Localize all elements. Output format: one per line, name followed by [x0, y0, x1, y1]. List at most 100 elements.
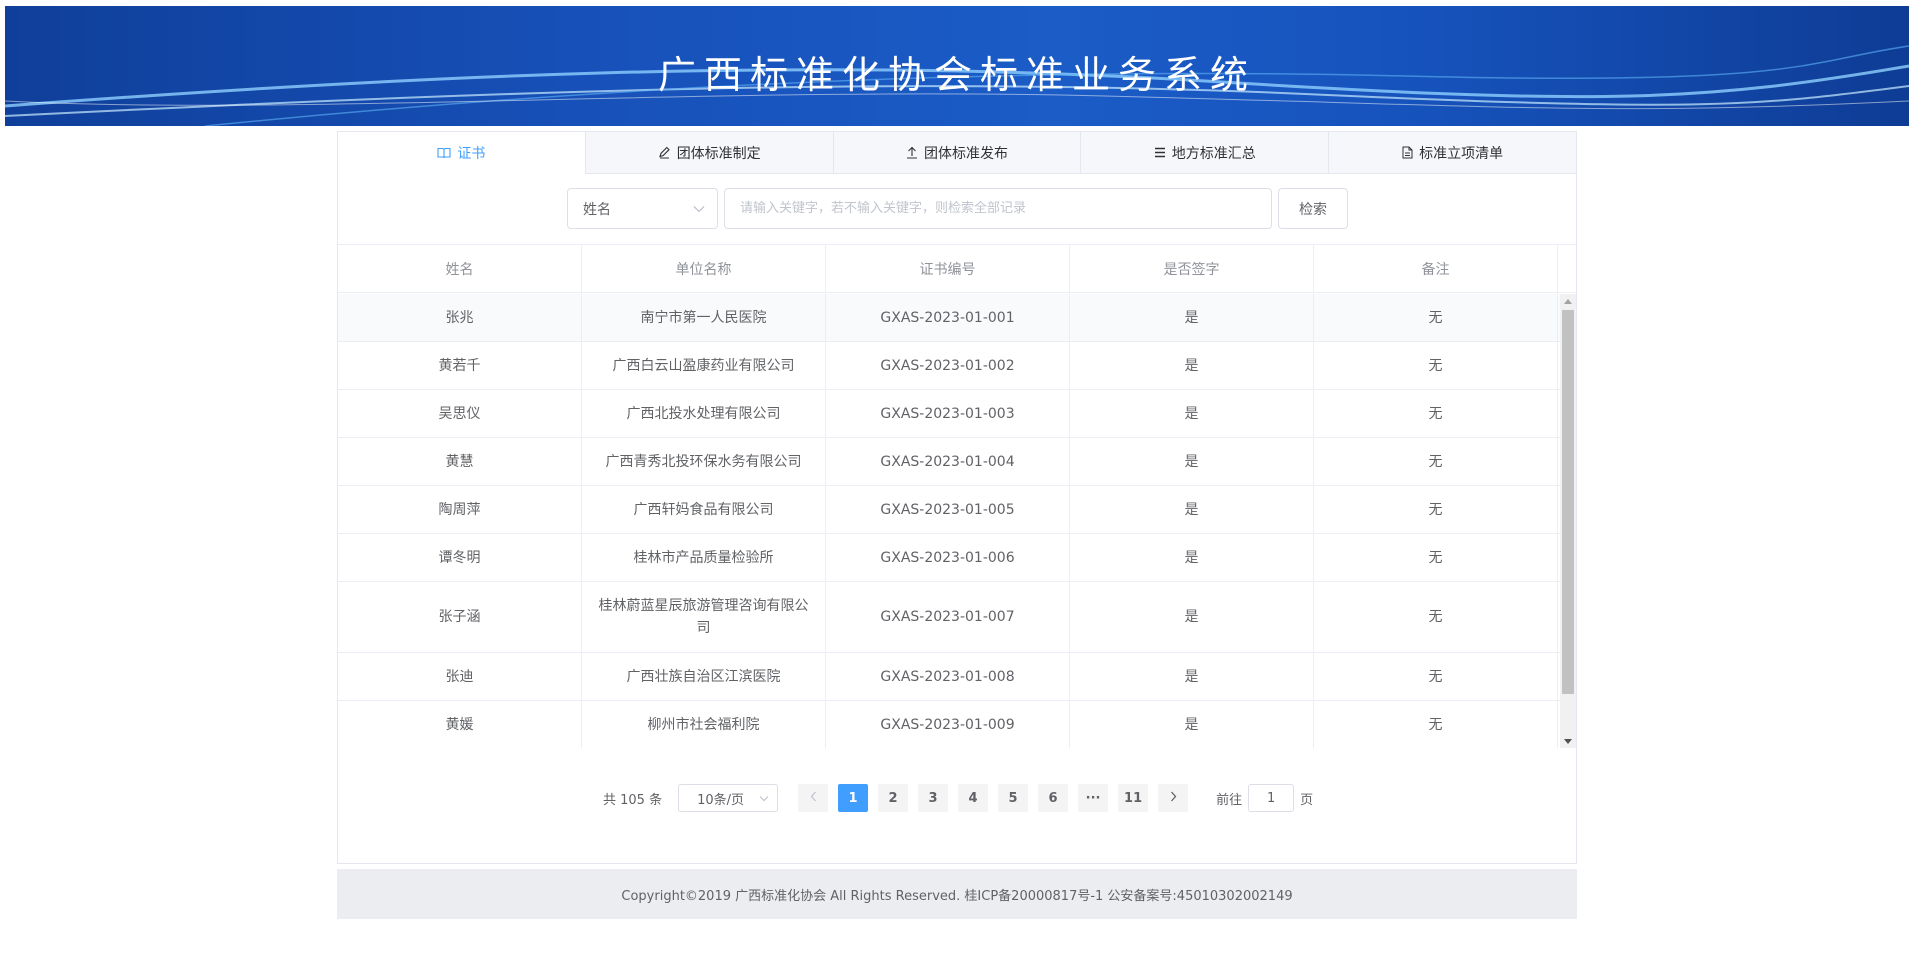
cell-name: 张兆	[338, 294, 582, 341]
chevron-right-icon	[1170, 791, 1177, 806]
cell-remarks: 无	[1314, 582, 1558, 652]
main-panel: 证书 团体标准制定 团体标准发布 地方标准汇总 标准立项清单 姓名 请输入关键字…	[337, 131, 1577, 864]
copyright-text: Copyright©2019 广西标准化协会 All Rights Reserv…	[621, 888, 1293, 904]
cell-name: 陶周萍	[338, 486, 582, 533]
page-button-6[interactable]: 6	[1038, 784, 1069, 812]
page-button-11[interactable]: 11	[1118, 784, 1149, 812]
cell-organization: 广西轩妈食品有限公司	[582, 486, 826, 533]
tab-label: 团体标准发布	[923, 145, 1008, 162]
tab-label: 证书	[457, 145, 486, 162]
column-header-name: 姓名	[338, 245, 582, 292]
chevron-down-icon	[693, 201, 705, 217]
cell-signed: 是	[1070, 390, 1314, 437]
table-row[interactable]: 陶周萍 广西轩妈食品有限公司 GXAS-2023-01-005 是 无	[338, 486, 1560, 534]
tab-group-standard-drafting[interactable]: 团体标准制定	[584, 132, 833, 173]
table-body: 张兆 南宁市第一人民医院 GXAS-2023-01-001 是 无 黄若千 广西…	[338, 294, 1560, 748]
cell-signed: 是	[1070, 294, 1314, 341]
tab-certificate[interactable]: 证书	[338, 132, 585, 174]
cell-organization: 桂林蔚蓝星辰旅游管理咨询有限公司	[582, 582, 826, 652]
chevron-left-icon	[810, 791, 817, 806]
cell-name: 张子涵	[338, 582, 582, 652]
book-icon	[437, 147, 451, 159]
page-button-3[interactable]: 3	[918, 784, 949, 812]
cell-remarks: 无	[1314, 486, 1558, 533]
search-bar: 姓名 检索	[567, 188, 1348, 229]
page-button-1[interactable]: 1	[838, 784, 869, 812]
goto-prefix: 前往	[1216, 792, 1243, 808]
cell-certificate-number: GXAS-2023-01-007	[826, 582, 1070, 652]
scroll-down-arrow-icon[interactable]	[1560, 734, 1576, 748]
cell-certificate-number: GXAS-2023-01-001	[826, 294, 1070, 341]
cell-organization: 广西白云山盈康药业有限公司	[582, 342, 826, 389]
certificate-table: 姓名 单位名称 证书编号 是否签字 备注 张兆 南宁市第一人民医院 GXAS-2…	[338, 244, 1576, 748]
table-row[interactable]: 黄若千 广西白云山盈康药业有限公司 GXAS-2023-01-002 是 无	[338, 342, 1560, 390]
tab-bar: 证书 团体标准制定 团体标准发布 地方标准汇总 标准立项清单	[338, 132, 1576, 174]
page-title: 广西标准化协会标准业务系统	[657, 53, 1256, 97]
cell-certificate-number: GXAS-2023-01-004	[826, 438, 1070, 485]
tab-local-standard-summary[interactable]: 地方标准汇总	[1080, 132, 1328, 173]
prev-page-button[interactable]	[798, 784, 829, 812]
search-field-select[interactable]: 姓名	[567, 188, 718, 229]
table-row[interactable]: 张兆 南宁市第一人民医院 GXAS-2023-01-001 是 无	[338, 294, 1560, 342]
cell-signed: 是	[1070, 582, 1314, 652]
more-pages-button[interactable]: ···	[1078, 784, 1109, 812]
cell-organization: 桂林市产品质量检验所	[582, 534, 826, 581]
cell-certificate-number: GXAS-2023-01-002	[826, 342, 1070, 389]
next-page-button[interactable]	[1158, 784, 1189, 812]
document-icon	[1402, 146, 1413, 159]
cell-signed: 是	[1070, 701, 1314, 748]
table-scrollbar[interactable]	[1560, 294, 1576, 748]
page-size-value: 10条/页	[697, 792, 745, 808]
table-row[interactable]: 张迪 广西壮族自治区江滨医院 GXAS-2023-01-008 是 无	[338, 653, 1560, 701]
search-button[interactable]: 检索	[1278, 188, 1348, 229]
tab-label: 标准立项清单	[1419, 145, 1504, 162]
cell-signed: 是	[1070, 438, 1314, 485]
cell-remarks: 无	[1314, 701, 1558, 748]
scroll-up-arrow-icon[interactable]	[1560, 294, 1576, 308]
header-gutter	[1558, 245, 1576, 292]
page-jumper: 前往 页	[1216, 784, 1313, 812]
tab-label: 地方标准汇总	[1171, 145, 1256, 162]
cell-remarks: 无	[1314, 294, 1558, 341]
page-button-2[interactable]: 2	[878, 784, 909, 812]
cell-name: 吴思仪	[338, 390, 582, 437]
table-row[interactable]: 黄媛 柳州市社会福利院 GXAS-2023-01-009 是 无	[338, 701, 1560, 748]
cell-remarks: 无	[1314, 653, 1558, 700]
cell-organization: 广西青秀北投环保水务有限公司	[582, 438, 826, 485]
cell-certificate-number: GXAS-2023-01-009	[826, 701, 1070, 748]
keyword-search-input[interactable]	[724, 188, 1272, 229]
cell-signed: 是	[1070, 486, 1314, 533]
column-header-remarks: 备注	[1314, 245, 1558, 292]
cell-signed: 是	[1070, 653, 1314, 700]
table-row[interactable]: 黄慧 广西青秀北投环保水务有限公司 GXAS-2023-01-004 是 无	[338, 438, 1560, 486]
table-row[interactable]: 吴思仪 广西北投水处理有限公司 GXAS-2023-01-003 是 无	[338, 390, 1560, 438]
cell-signed: 是	[1070, 534, 1314, 581]
tab-group-standard-release[interactable]: 团体标准发布	[832, 132, 1081, 173]
footer: Copyright©2019 广西标准化协会 All Rights Reserv…	[337, 869, 1577, 919]
page-button-4[interactable]: 4	[958, 784, 989, 812]
table-row[interactable]: 张子涵 桂林蔚蓝星辰旅游管理咨询有限公司 GXAS-2023-01-007 是 …	[338, 582, 1560, 653]
cell-signed: 是	[1070, 342, 1314, 389]
cell-organization: 南宁市第一人民医院	[582, 294, 826, 341]
column-header-certificate-number: 证书编号	[826, 245, 1070, 292]
header-banner: 广西标准化协会标准业务系统	[5, 6, 1909, 126]
cell-organization: 广西北投水处理有限公司	[582, 390, 826, 437]
goto-suffix: 页	[1300, 792, 1314, 808]
table-row[interactable]: 谭冬明 桂林市产品质量检验所 GXAS-2023-01-006 是 无	[338, 534, 1560, 582]
cell-remarks: 无	[1314, 534, 1558, 581]
cell-certificate-number: GXAS-2023-01-008	[826, 653, 1070, 700]
column-header-signed: 是否签字	[1070, 245, 1314, 292]
cell-certificate-number: GXAS-2023-01-006	[826, 534, 1070, 581]
page-button-5[interactable]: 5	[998, 784, 1029, 812]
tab-standard-project-list[interactable]: 标准立项清单	[1328, 132, 1576, 173]
cell-certificate-number: GXAS-2023-01-003	[826, 390, 1070, 437]
cell-name: 谭冬明	[338, 534, 582, 581]
page-size-select[interactable]: 10条/页	[678, 784, 779, 812]
cell-organization: 广西壮族自治区江滨医院	[582, 653, 826, 700]
goto-page-input[interactable]	[1248, 784, 1295, 812]
pagination-total: 共 105 条	[603, 792, 663, 808]
cell-remarks: 无	[1314, 390, 1558, 437]
chevron-down-icon	[759, 791, 769, 806]
scrollbar-thumb[interactable]	[1562, 310, 1574, 694]
search-field-value: 姓名	[583, 201, 611, 218]
